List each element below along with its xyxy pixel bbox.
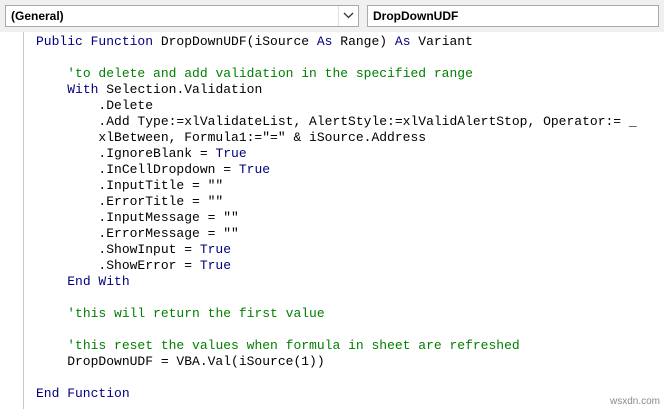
code-keyword: End With — [67, 274, 130, 289]
code-keyword: True — [199, 242, 232, 257]
code-keyword: As — [316, 34, 333, 49]
code-keyword: With — [67, 82, 99, 97]
code-text: .ShowInput = — [36, 242, 200, 257]
code-text: Range) — [332, 34, 395, 49]
code-line[interactable]: 'to delete and add validation in the spe… — [36, 66, 637, 82]
code-keyword: True — [199, 258, 232, 273]
code-line[interactable]: .Add Type:=xlValidateList, AlertStyle:=x… — [36, 114, 637, 130]
code-keyword: True — [215, 146, 247, 161]
code-line[interactable]: 'this will return the first value — [36, 306, 637, 322]
margin-indicator-bar[interactable] — [0, 32, 24, 409]
object-combo-box[interactable]: (General) — [5, 5, 359, 27]
code-text: Selection.Validation — [98, 82, 263, 97]
code-line[interactable]: .ShowError = True — [36, 258, 637, 274]
code-line[interactable]: .ShowInput = True — [36, 242, 637, 258]
code-line[interactable]: DropDownUDF = VBA.Val(iSource(1)) — [36, 354, 637, 370]
code-keyword: Public Function — [36, 34, 154, 49]
code-text: .ErrorMessage = "" — [36, 226, 239, 241]
code-line[interactable]: .InCellDropdown = True — [36, 162, 637, 178]
code-line[interactable] — [36, 50, 637, 66]
code-line[interactable] — [36, 322, 637, 338]
code-line[interactable]: .Delete — [36, 98, 637, 114]
code-keyword: True — [238, 162, 271, 177]
code-line[interactable]: End Function — [36, 386, 637, 402]
code-keyword: As — [394, 34, 411, 49]
code-line[interactable]: .ErrorTitle = "" — [36, 194, 637, 210]
code-text: .Delete — [36, 98, 154, 113]
code-text: xlBetween, Formula1:="=" & iSource.Addre… — [36, 130, 427, 145]
code-text: .Add Type:=xlValidateList, AlertStyle:=x… — [36, 114, 637, 129]
code-line[interactable]: End With — [36, 274, 637, 290]
code-line[interactable]: .IgnoreBlank = True — [36, 146, 637, 162]
object-combo-dropdown-button[interactable] — [338, 6, 358, 26]
code-text: .ShowError = — [36, 258, 200, 273]
code-line[interactable]: Public Function DropDownUDF(iSource As R… — [36, 34, 637, 50]
object-combo-value: (General) — [11, 9, 64, 23]
code-comment: 'this reset the values when formula in s… — [67, 338, 520, 353]
code-line[interactable] — [36, 370, 637, 386]
code-text: .ErrorTitle = "" — [36, 194, 224, 209]
code-line[interactable]: .InputMessage = "" — [36, 210, 637, 226]
chevron-down-icon — [343, 12, 354, 19]
code-text: .InputMessage = "" — [36, 210, 239, 225]
code-editor[interactable]: Public Function DropDownUDF(iSource As R… — [0, 32, 664, 409]
code-text-area[interactable]: Public Function DropDownUDF(iSource As R… — [36, 34, 637, 402]
code-line[interactable]: .ErrorMessage = "" — [36, 226, 637, 242]
code-comment: 'to delete and add validation in the spe… — [67, 66, 473, 81]
code-line[interactable]: 'this reset the values when formula in s… — [36, 338, 637, 354]
watermark: wsxdn.com — [609, 396, 660, 407]
procedure-combo-value: DropDownUDF — [373, 9, 459, 23]
procedure-combo-box[interactable]: DropDownUDF — [367, 5, 659, 27]
code-line[interactable]: .InputTitle = "" — [36, 178, 637, 194]
code-text: .IgnoreBlank = — [36, 146, 216, 161]
code-text: DropDownUDF = VBA.Val(iSource(1)) — [36, 354, 325, 369]
code-text: DropDownUDF(iSource — [153, 34, 317, 49]
code-line[interactable]: With Selection.Validation — [36, 82, 637, 98]
code-line[interactable]: xlBetween, Formula1:="=" & iSource.Addre… — [36, 130, 637, 146]
code-line[interactable] — [36, 290, 637, 306]
code-comment: 'this will return the first value — [67, 306, 325, 321]
code-text: Variant — [410, 34, 473, 49]
code-text: .InCellDropdown = — [36, 162, 239, 177]
code-keyword: End Function — [36, 386, 130, 401]
code-window-header: (General) DropDownUDF — [0, 0, 664, 32]
code-text: .InputTitle = "" — [36, 178, 224, 193]
